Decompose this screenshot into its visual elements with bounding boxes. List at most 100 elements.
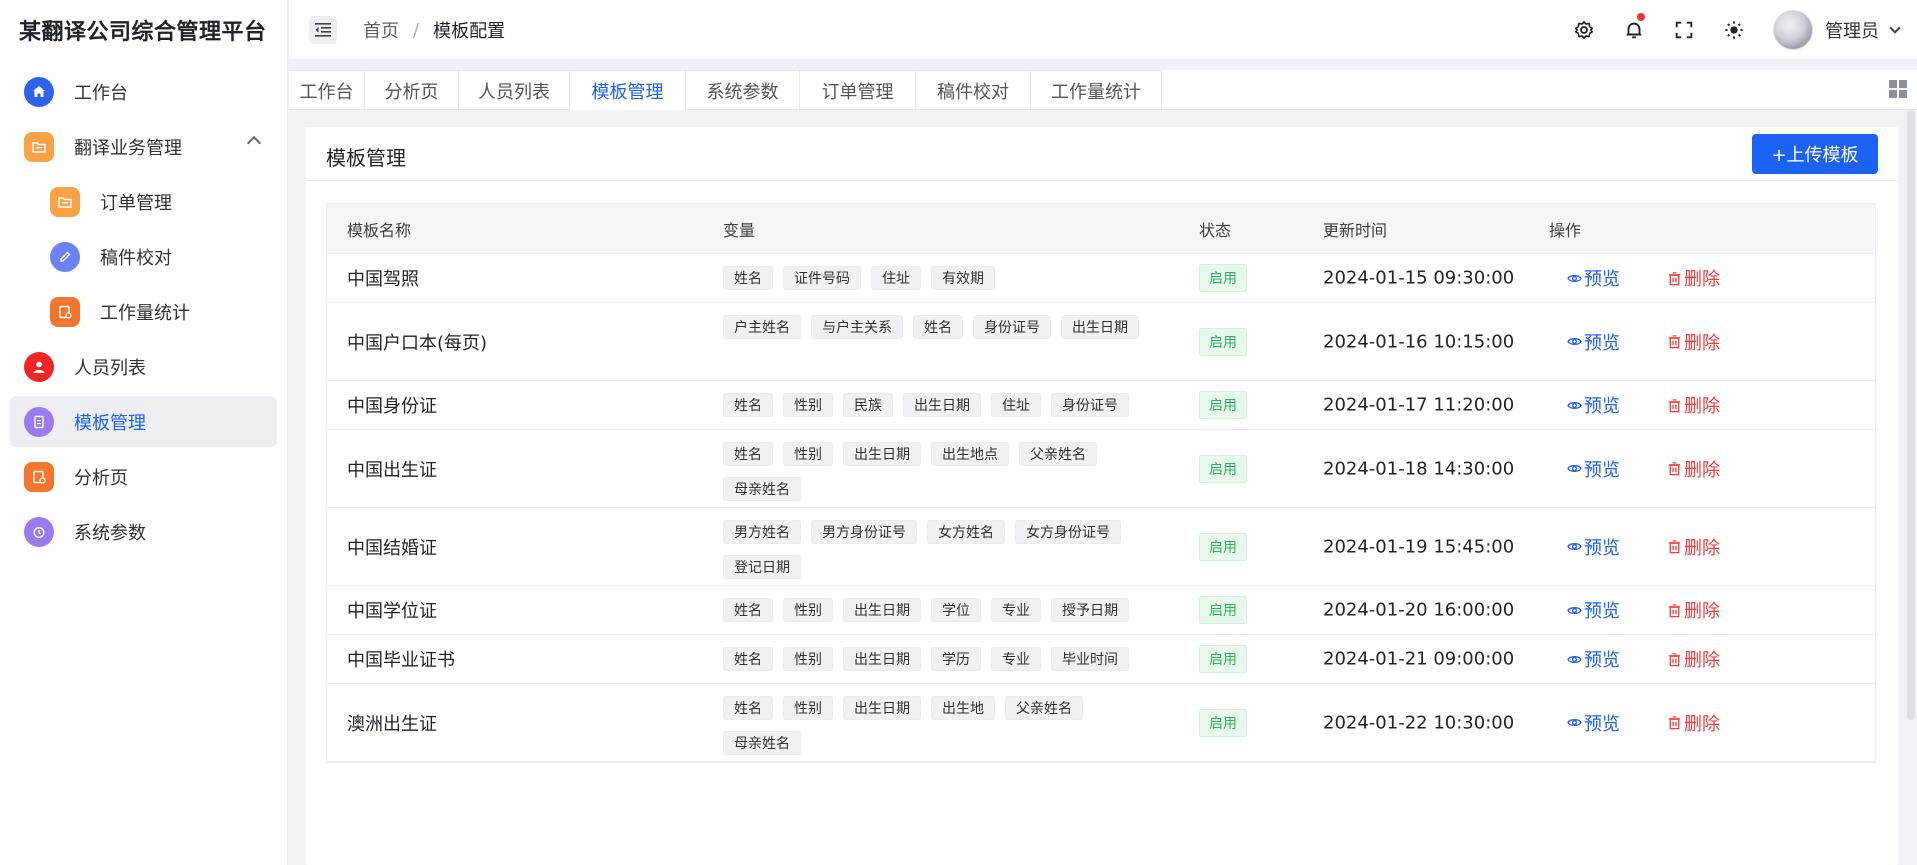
notifications-button[interactable]: [1609, 0, 1659, 60]
variable-tag: 身份证号: [1051, 393, 1129, 417]
variable-tag: 与户主关系: [811, 315, 903, 339]
sidebar-item-staff[interactable]: 人员列表: [10, 341, 277, 392]
header-vars: 变量: [723, 220, 756, 240]
delete-button[interactable]: 删除: [1667, 456, 1720, 482]
variable-tag: 出生地: [931, 696, 995, 720]
table-row: 中国驾照 姓名 证件号码 住址 有效期 启用 2024-01-15 09:30:00 预览 删除: [327, 254, 1875, 303]
breadcrumb-current: 模板配置: [433, 21, 506, 42]
upload-template-button[interactable]: +上传模板: [1752, 134, 1878, 174]
eye-icon: [1567, 655, 1582, 663]
variable-tag: 授予日期: [1051, 598, 1129, 622]
variable-tag: 女方姓名: [927, 520, 1005, 544]
variable-tag: 母亲姓名: [723, 731, 801, 755]
table-row: 中国身份证 姓名 性别 民族 出生日期 住址 身份证号 启用 2024-01-17 11:20:…: [327, 381, 1875, 430]
grid-menu-icon[interactable]: [1889, 80, 1907, 98]
variable-list: 姓名 性别 出生日期 出生地点 父亲姓名 母亲姓名: [723, 442, 1163, 501]
delete-button[interactable]: 删除: [1667, 392, 1720, 418]
trash-icon: [1668, 398, 1681, 412]
template-name: 中国结婚证: [347, 537, 437, 559]
template-name: 中国驾照: [347, 269, 419, 290]
preview-label: 预览: [1584, 396, 1620, 417]
delete-label: 删除: [1684, 713, 1720, 735]
sidebar-item-proofreading[interactable]: 稿件校对: [10, 231, 277, 282]
variable-tag: 出生地点: [931, 442, 1009, 466]
sidebar-item-orders[interactable]: 订单管理: [10, 176, 277, 227]
tab-proofreading[interactable]: 稿件校对: [916, 70, 1031, 110]
user-name[interactable]: 管理员: [1825, 17, 1879, 43]
variable-tag: 姓名: [913, 315, 963, 339]
preview-button[interactable]: 预览: [1567, 597, 1620, 623]
preview-button[interactable]: 预览: [1567, 392, 1620, 418]
preview-button[interactable]: 预览: [1567, 329, 1620, 355]
delete-button[interactable]: 删除: [1667, 265, 1720, 291]
preview-label: 预览: [1584, 650, 1620, 671]
preview-button[interactable]: 预览: [1567, 456, 1620, 482]
page-scrollbar[interactable]: [1905, 110, 1917, 865]
eye-icon: [1567, 719, 1582, 726]
avatar[interactable]: [1773, 10, 1813, 50]
tab-system-params[interactable]: 系统参数: [686, 70, 800, 110]
header-ops: 操作: [1549, 220, 1582, 240]
template-card: 模板管理 +上传模板 模板名称 变量 状态 更新时间 操作 中国驾照 姓名 证件号码…: [306, 127, 1898, 865]
fullscreen-button[interactable]: [1659, 0, 1709, 60]
update-time: 2024-01-22 10:30:00: [1323, 712, 1515, 733]
pen-icon: [50, 241, 80, 272]
sidebar-item-analysis[interactable]: 分析页: [10, 451, 277, 502]
sidebar-item-templates[interactable]: 模板管理: [10, 396, 277, 447]
variable-tag: 男方身份证号: [811, 520, 917, 544]
theme-toggle-button[interactable]: [1709, 0, 1759, 60]
preview-button[interactable]: 预览: [1567, 265, 1620, 291]
delete-button[interactable]: 删除: [1667, 597, 1720, 623]
status-badge: 启用: [1199, 327, 1247, 356]
collapse-menu-button[interactable]: [309, 16, 337, 44]
tab-orders[interactable]: 订单管理: [800, 70, 916, 110]
variable-tag: 专业: [991, 647, 1041, 671]
gear-icon: [1574, 20, 1594, 40]
tab-analysis[interactable]: 分析页: [365, 70, 459, 110]
delete-button[interactable]: 删除: [1667, 646, 1720, 672]
chevron-down-icon[interactable]: [1889, 22, 1901, 34]
delete-button[interactable]: 删除: [1667, 329, 1720, 355]
tab-workbench[interactable]: 工作台: [289, 70, 365, 110]
chart-doc-icon: [50, 296, 80, 327]
sidebar-item-label: 翻译业务管理: [74, 137, 182, 159]
sidebar-item-workload[interactable]: 工作量统计: [10, 286, 277, 337]
tab-workload[interactable]: 工作量统计: [1031, 70, 1162, 110]
sidebar-item-workbench[interactable]: 工作台: [10, 66, 277, 117]
card-header: 模板管理 +上传模板: [306, 127, 1898, 181]
variable-tag: 性别: [783, 442, 833, 466]
sidebar-item-label: 订单管理: [100, 192, 172, 214]
scrollbar-thumb[interactable]: [1907, 110, 1915, 720]
status-badge: 启用: [1199, 264, 1247, 292]
delete-label: 删除: [1684, 332, 1720, 354]
sidebar-item-label: 工作量统计: [100, 302, 190, 324]
eye-icon: [1567, 338, 1582, 345]
variable-tag: 学位: [931, 598, 981, 622]
delete-label: 删除: [1684, 601, 1720, 622]
tab-staff[interactable]: 人员列表: [459, 70, 570, 110]
delete-button[interactable]: 删除: [1667, 710, 1720, 736]
variable-tag: 父亲姓名: [1019, 442, 1097, 466]
update-time: 2024-01-20 16:00:00: [1323, 599, 1515, 621]
variable-tag: 学历: [931, 647, 981, 671]
variable-tag: 出生日期: [903, 393, 981, 417]
preview-button[interactable]: 预览: [1567, 646, 1620, 672]
chevron-up-icon[interactable]: [246, 135, 262, 151]
variable-tag: 出生日期: [1061, 315, 1139, 339]
sidebar-item-translation-business[interactable]: 翻译业务管理: [10, 121, 277, 172]
preview-button[interactable]: 预览: [1567, 710, 1620, 736]
settings-button[interactable]: [1559, 0, 1609, 60]
card-title: 模板管理: [326, 146, 406, 170]
delete-label: 删除: [1684, 459, 1720, 481]
sidebar-item-system-params[interactable]: 系统参数: [10, 506, 277, 557]
settings-clock-icon: [24, 516, 54, 547]
preview-label: 预览: [1584, 601, 1620, 622]
sidebar-item-label: 工作台: [74, 82, 128, 104]
variable-tag: 姓名: [723, 696, 773, 720]
breadcrumb-home[interactable]: 首页: [363, 17, 399, 43]
preview-button[interactable]: 预览: [1567, 534, 1620, 560]
delete-button[interactable]: 删除: [1667, 534, 1720, 560]
tab-templates[interactable]: 模板管理: [570, 70, 686, 110]
table-row: 中国学位证 姓名 性别 出生日期 学位 专业 授予日期 启用 2024-01-20 16:00:…: [327, 586, 1875, 635]
delete-label: 删除: [1684, 396, 1720, 417]
